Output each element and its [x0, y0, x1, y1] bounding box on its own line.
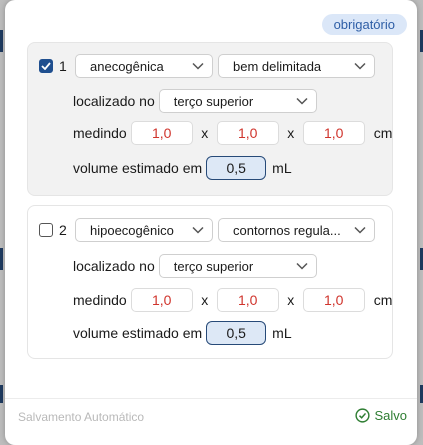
- echogenicity-value: anecogênica: [90, 58, 164, 74]
- volume-label: volume estimado em: [73, 160, 203, 176]
- location-select[interactable]: terço superior: [158, 89, 317, 113]
- volume-unit-label: mL: [272, 325, 292, 341]
- times-sign: x: [201, 125, 209, 141]
- required-badge: obrigatório: [321, 14, 407, 35]
- volume-field[interactable]: 0,5: [206, 321, 267, 345]
- times-sign: x: [287, 125, 295, 141]
- measure-label: medindo: [73, 125, 127, 141]
- dimension-1-input[interactable]: 1,0: [130, 121, 193, 145]
- backdrop-edge-mark: [0, 30, 3, 52]
- dimension-1-input[interactable]: 1,0: [130, 288, 193, 312]
- autosave-label: Salvamento Automático: [18, 410, 145, 424]
- finding-index: 1: [59, 58, 67, 74]
- checkbox-checked-icon[interactable]: [39, 59, 53, 73]
- location-value: terço superior: [173, 258, 254, 274]
- checkbox-empty-icon[interactable]: [39, 223, 53, 237]
- margins-select[interactable]: bem delimitada: [218, 54, 375, 78]
- check-circle-icon: [355, 408, 371, 423]
- finding-index: 2: [59, 222, 67, 238]
- chevron-down-icon: [192, 226, 204, 234]
- echogenicity-select[interactable]: hipoecogênico: [75, 218, 213, 242]
- footer-divider: [5, 398, 417, 399]
- unit-label: cm: [373, 292, 393, 308]
- unit-label: cm: [373, 125, 393, 141]
- margins-value: bem delimitada: [233, 58, 322, 74]
- echogenicity-value: hipoecogênico: [90, 222, 174, 238]
- echogenicity-select[interactable]: anecogênica: [75, 54, 213, 78]
- chevron-down-icon: [354, 62, 366, 70]
- dimension-3-input[interactable]: 1,0: [302, 121, 365, 145]
- backdrop-edge-mark: [0, 248, 3, 270]
- volume-unit-label: mL: [272, 160, 292, 176]
- location-value: terço superior: [173, 93, 254, 109]
- chevron-down-icon: [296, 97, 308, 105]
- location-select[interactable]: terço superior: [158, 254, 317, 278]
- backdrop-edge-mark: [0, 385, 3, 403]
- finding-card-2: 2 hipoecogênico contornos regula... loca…: [27, 205, 393, 359]
- chevron-down-icon: [192, 62, 204, 70]
- location-label: localizado no: [73, 258, 155, 274]
- finding-card-1: 1 anecogênica bem delimitada localizado …: [27, 42, 393, 196]
- margins-select[interactable]: contornos regula...: [218, 218, 375, 242]
- margins-value: contornos regula...: [233, 222, 341, 238]
- measure-label: medindo: [73, 292, 127, 308]
- dimension-2-input[interactable]: 1,0: [216, 121, 279, 145]
- chevron-down-icon: [354, 226, 366, 234]
- volume-field[interactable]: 0,5: [206, 156, 267, 180]
- times-sign: x: [201, 292, 209, 308]
- saved-status: Salvo: [355, 408, 407, 423]
- location-label: localizado no: [73, 93, 155, 109]
- times-sign: x: [287, 292, 295, 308]
- chevron-down-icon: [296, 262, 308, 270]
- volume-label: volume estimado em: [73, 325, 203, 341]
- dimension-2-input[interactable]: 1,0: [216, 288, 279, 312]
- saved-label: Salvo: [374, 408, 407, 423]
- dimension-3-input[interactable]: 1,0: [302, 288, 365, 312]
